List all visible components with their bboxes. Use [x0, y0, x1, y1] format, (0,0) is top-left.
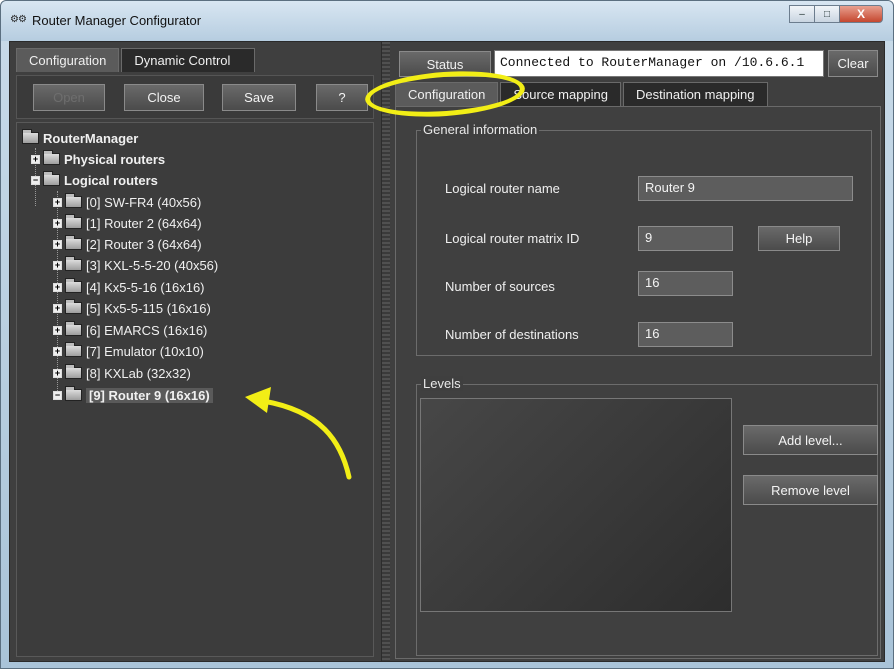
- num-destinations-input[interactable]: 16: [638, 322, 733, 347]
- folder-icon: [22, 129, 39, 144]
- expand-icon[interactable]: +: [53, 282, 62, 292]
- tree-node-logical-routers[interactable]: − Logical routers: [31, 170, 158, 190]
- router-name-label: Logical router name: [445, 181, 560, 196]
- folder-icon: [65, 342, 82, 357]
- app-window: ⚙⚙ Router Manager Configurator – □ X Con…: [0, 0, 894, 669]
- tree-item[interactable]: + [8] KXLab (32x32): [53, 363, 191, 383]
- tree-item[interactable]: + [0] SW-FR4 (40x56): [53, 192, 201, 212]
- expand-icon[interactable]: +: [53, 218, 62, 228]
- add-level-button[interactable]: Add level...: [743, 425, 878, 455]
- matrix-id-input[interactable]: 9: [638, 226, 733, 251]
- matrix-id-label: Logical router matrix ID: [445, 231, 580, 246]
- help-question-button[interactable]: ?: [316, 84, 368, 111]
- collapse-icon[interactable]: −: [53, 390, 62, 400]
- expand-icon[interactable]: +: [31, 154, 40, 164]
- folder-icon: [65, 193, 82, 208]
- tab-dynamic-control[interactable]: Dynamic Control: [121, 48, 256, 72]
- folder-icon: [43, 171, 60, 186]
- close-window-button[interactable]: X: [839, 5, 883, 23]
- save-button[interactable]: Save: [222, 84, 296, 111]
- client-area: Configuration Dynamic Control Open Close…: [9, 41, 885, 662]
- router-name-input[interactable]: Router 9: [638, 176, 853, 201]
- levels-title: Levels: [421, 376, 463, 391]
- router-app-icon: ⚙⚙: [10, 14, 27, 25]
- tree-item[interactable]: + [5] Kx5-5-115 (16x16): [53, 298, 211, 318]
- num-sources-input[interactable]: 16: [638, 271, 733, 296]
- expand-icon[interactable]: +: [53, 197, 62, 207]
- minimize-button[interactable]: –: [789, 5, 815, 23]
- expand-icon[interactable]: +: [53, 239, 62, 249]
- tree-item[interactable]: + [2] Router 3 (64x64): [53, 234, 202, 254]
- status-field: Connected to RouterManager on /10.6.6.1: [494, 50, 824, 77]
- folder-icon: [65, 278, 82, 293]
- panel-splitter[interactable]: [382, 42, 390, 661]
- open-button[interactable]: Open: [33, 84, 105, 111]
- tree-node-physical-routers[interactable]: + Physical routers: [31, 149, 165, 169]
- router-tree[interactable]: RouterManager + Physical routers − Logic…: [16, 122, 374, 657]
- tree-root-label: RouterManager: [43, 130, 139, 146]
- expand-icon[interactable]: +: [53, 325, 62, 335]
- expand-icon[interactable]: +: [53, 346, 62, 356]
- tree-item[interactable]: + [6] EMARCS (16x16): [53, 320, 207, 340]
- folder-icon: [65, 214, 82, 229]
- title-bar[interactable]: ⚙⚙ Router Manager Configurator – □ X: [1, 1, 893, 41]
- clear-button[interactable]: Clear: [828, 50, 878, 77]
- window-title: Router Manager Configurator: [32, 13, 202, 28]
- levels-list[interactable]: [420, 398, 732, 612]
- help-button[interactable]: Help: [758, 226, 840, 251]
- tree-item[interactable]: + [1] Router 2 (64x64): [53, 213, 202, 233]
- right-panel: Status Connected to RouterManager on /10…: [390, 42, 884, 661]
- folder-icon: [65, 299, 82, 314]
- folder-icon: [65, 235, 82, 250]
- tree-item-selected[interactable]: − [9] Router 9 (16x16): [53, 385, 213, 405]
- folder-icon: [43, 150, 60, 165]
- tree-root[interactable]: RouterManager: [22, 128, 138, 148]
- tab-configuration-left[interactable]: Configuration: [16, 48, 120, 72]
- tab-destination-mapping[interactable]: Destination mapping: [623, 82, 768, 106]
- maximize-button[interactable]: □: [814, 5, 840, 23]
- expand-icon[interactable]: +: [53, 368, 62, 378]
- general-info-title: General information: [421, 122, 540, 137]
- left-panel: Configuration Dynamic Control Open Close…: [10, 42, 382, 661]
- toolbar: Open Close Save ?: [16, 75, 374, 119]
- tree-item[interactable]: + [3] KXL-5-5-20 (40x56): [53, 255, 218, 275]
- num-sources-label: Number of sources: [445, 279, 555, 294]
- close-button[interactable]: Close: [124, 84, 204, 111]
- collapse-icon[interactable]: −: [31, 175, 40, 185]
- folder-icon: [65, 364, 82, 379]
- num-destinations-label: Number of destinations: [445, 327, 579, 342]
- remove-level-button[interactable]: Remove level: [743, 475, 878, 505]
- folder-icon: [65, 321, 82, 336]
- folder-icon: [65, 256, 82, 271]
- tree-item[interactable]: + [4] Kx5-5-16 (16x16): [53, 277, 205, 297]
- tree-item[interactable]: + [7] Emulator (10x10): [53, 341, 204, 361]
- expand-icon[interactable]: +: [53, 303, 62, 313]
- expand-icon[interactable]: +: [53, 260, 62, 270]
- folder-icon: [65, 386, 82, 401]
